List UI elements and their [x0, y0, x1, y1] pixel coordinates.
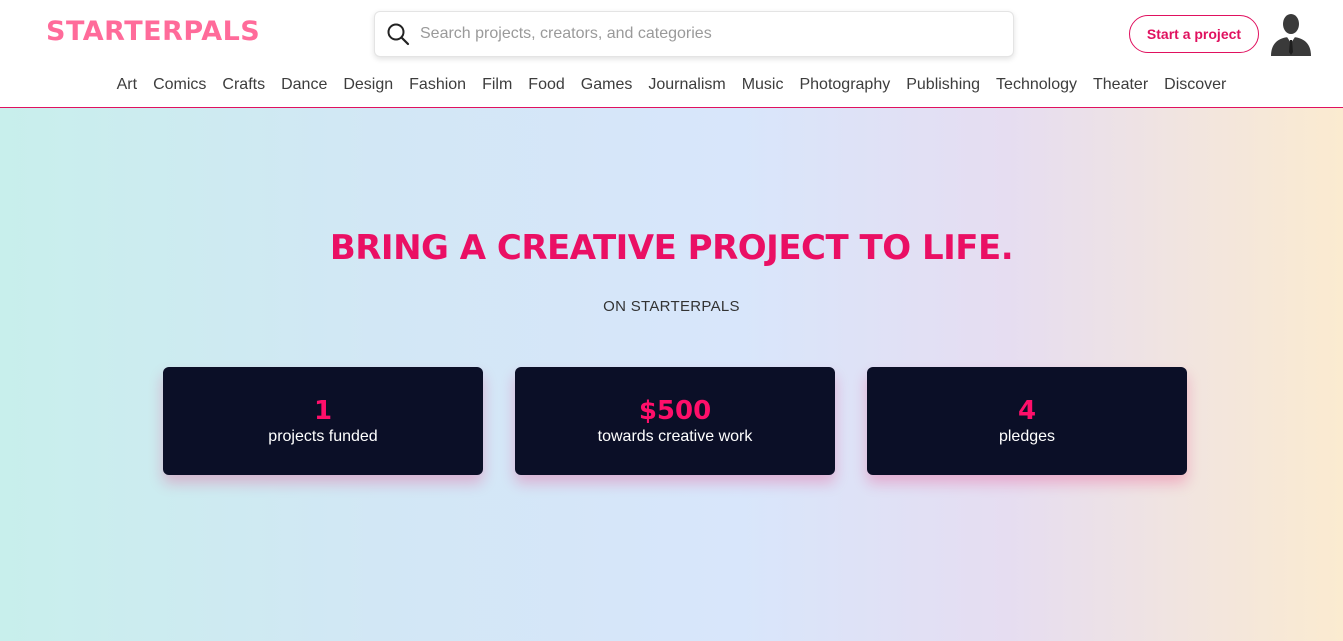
nav-item-music[interactable]: Music — [742, 76, 784, 94]
stat-value: 1 — [313, 396, 333, 426]
nav-item-food[interactable]: Food — [528, 76, 564, 94]
stat-label: pledges — [998, 428, 1056, 445]
site-logo[interactable]: STARTERPALS — [46, 16, 260, 47]
hero-subtitle: ON STARTERPALS — [603, 298, 740, 315]
site-header: STARTERPALS Start a project Art Comics C… — [0, 0, 1343, 108]
nav-item-journalism[interactable]: Journalism — [648, 76, 725, 94]
hero-section: BRING A CREATIVE PROJECT TO LIFE. ON STA… — [0, 108, 1343, 641]
nav-item-theater[interactable]: Theater — [1093, 76, 1148, 94]
nav-item-publishing[interactable]: Publishing — [906, 76, 980, 94]
category-nav: Art Comics Crafts Dance Design Fashion F… — [0, 76, 1343, 94]
stat-card-pledges: 4 pledges — [867, 367, 1187, 475]
avatar-silhouette-icon — [1271, 14, 1311, 56]
stat-label: projects funded — [268, 428, 378, 445]
nav-item-technology[interactable]: Technology — [996, 76, 1077, 94]
stat-card-creative-work: $500 towards creative work — [515, 367, 835, 475]
search-icon — [386, 22, 410, 46]
stat-label: towards creative work — [597, 428, 753, 445]
search-input[interactable] — [418, 24, 1013, 44]
user-avatar[interactable] — [1268, 12, 1314, 56]
nav-item-games[interactable]: Games — [581, 76, 633, 94]
nav-item-film[interactable]: Film — [482, 76, 512, 94]
nav-item-photography[interactable]: Photography — [799, 76, 890, 94]
nav-item-discover[interactable]: Discover — [1164, 76, 1226, 94]
nav-item-comics[interactable]: Comics — [153, 76, 206, 94]
start-project-button[interactable]: Start a project — [1129, 15, 1259, 53]
nav-item-dance[interactable]: Dance — [281, 76, 327, 94]
nav-item-fashion[interactable]: Fashion — [409, 76, 466, 94]
search-bar[interactable] — [374, 11, 1014, 57]
nav-item-crafts[interactable]: Crafts — [222, 76, 265, 94]
stat-value: 4 — [1017, 396, 1037, 426]
stat-card-projects-funded: 1 projects funded — [163, 367, 483, 475]
nav-item-design[interactable]: Design — [343, 76, 393, 94]
nav-item-art[interactable]: Art — [117, 76, 137, 94]
stat-value: $500 — [638, 396, 712, 426]
hero-title: BRING A CREATIVE PROJECT TO LIFE. — [329, 228, 1014, 268]
